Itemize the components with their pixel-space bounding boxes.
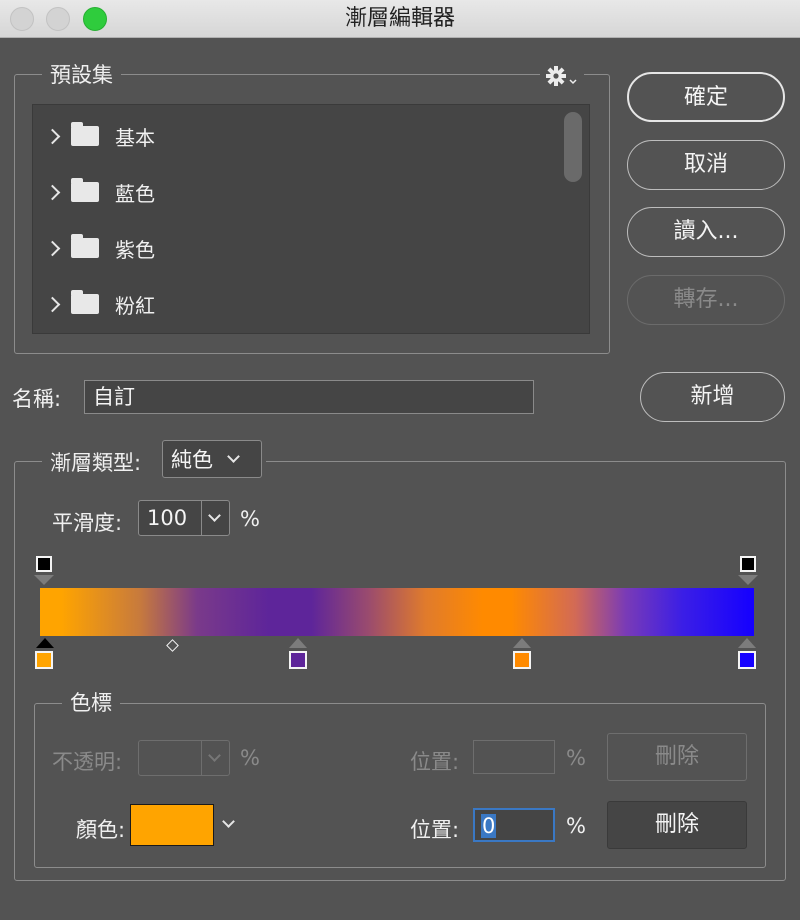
new-button[interactable]: 新增 <box>640 372 785 422</box>
preset-folder-blue[interactable]: 藍色 <box>33 164 558 220</box>
gradient-type-select[interactable]: 純色 <box>162 440 262 478</box>
color-stop-0[interactable] <box>35 651 53 669</box>
ok-button[interactable]: 確定 <box>627 72 785 122</box>
preset-list[interactable]: 基本 藍色 紫色 粉紅 <box>32 104 590 334</box>
chevron-down-icon[interactable] <box>208 509 221 522</box>
window-title: 漸層編輯器 <box>344 6 455 31</box>
chevron-right-icon[interactable] <box>47 238 59 258</box>
combo-separator <box>201 741 202 775</box>
chevron-right-icon[interactable] <box>47 182 59 202</box>
color-stop-1-pointer <box>289 638 307 648</box>
opacity-location-input[interactable] <box>473 740 555 774</box>
color-stop-1[interactable] <box>289 651 307 669</box>
cancel-button[interactable]: 取消 <box>627 140 785 190</box>
opacity-stop-start[interactable] <box>36 556 52 572</box>
preset-list-scrollbar[interactable] <box>564 112 582 182</box>
smoothness-value[interactable]: 100 <box>139 506 201 530</box>
preset-folder-label: 基本 <box>115 125 155 150</box>
preset-folder-label: 藍色 <box>115 181 155 206</box>
color-stop-3[interactable] <box>738 651 756 669</box>
name-label: 名稱: <box>12 387 62 411</box>
gradient-type-label: 漸層類型: <box>50 451 142 475</box>
load-button[interactable]: 讀入... <box>627 207 785 257</box>
color-location-input[interactable]: 0 <box>473 808 555 842</box>
preset-folder-label: 粉紅 <box>115 293 155 318</box>
opacity-percent: % <box>240 746 260 770</box>
color-stop-0-pointer <box>36 638 54 648</box>
opacity-location-label: 位置: <box>410 750 460 774</box>
combo-separator <box>201 501 202 535</box>
color-label: 顏色: <box>76 818 126 842</box>
folder-icon <box>71 290 99 314</box>
gradient-preview-bar[interactable] <box>40 588 754 636</box>
opacity-location-percent: % <box>566 746 586 770</box>
opacity-stop-start-pointer <box>34 575 54 585</box>
opacity-stop-end[interactable] <box>740 556 756 572</box>
color-location-percent: % <box>566 814 586 838</box>
preset-folder-purple[interactable]: 紫色 <box>33 220 558 276</box>
color-swatch[interactable] <box>130 804 214 846</box>
delete-color-stop-button[interactable]: 刪除 <box>607 801 747 849</box>
folder-icon <box>71 178 99 202</box>
chevron-down-icon <box>227 450 240 463</box>
smoothness-combo[interactable]: 100 <box>138 500 230 536</box>
presets-legend: 預設集 <box>42 60 121 90</box>
folder-icon <box>71 234 99 258</box>
name-input[interactable]: 自訂 <box>84 380 534 414</box>
stops-legend: 色標 <box>62 688 120 718</box>
folder-icon <box>71 122 99 146</box>
opacity-stop-end-pointer <box>738 575 758 585</box>
chevron-right-icon[interactable] <box>47 294 59 314</box>
gradient-type-value: 純色 <box>171 448 213 472</box>
preset-folder-basic[interactable]: 基本 <box>33 108 558 164</box>
delete-opacity-stop-button[interactable]: 刪除 <box>607 733 747 781</box>
opacity-label: 不透明: <box>52 750 123 774</box>
chevron-right-icon[interactable] <box>47 126 59 146</box>
color-stop-2[interactable] <box>513 651 531 669</box>
presets-settings-button[interactable] <box>540 62 584 90</box>
smoothness-percent: % <box>240 507 260 531</box>
preset-folder-label: 紫色 <box>115 237 155 262</box>
opacity-combo[interactable] <box>138 740 230 776</box>
color-location-label: 位置: <box>410 818 460 842</box>
color-location-value: 0 <box>481 814 497 838</box>
color-stop-3-pointer <box>738 638 756 648</box>
gear-icon <box>546 66 577 86</box>
color-stop-2-pointer <box>513 638 531 648</box>
preset-folder-pink[interactable]: 粉紅 <box>33 276 558 332</box>
chevron-down-icon[interactable] <box>208 749 221 762</box>
smoothness-label: 平滑度: <box>52 511 123 535</box>
save-button[interactable]: 轉存... <box>627 275 785 325</box>
